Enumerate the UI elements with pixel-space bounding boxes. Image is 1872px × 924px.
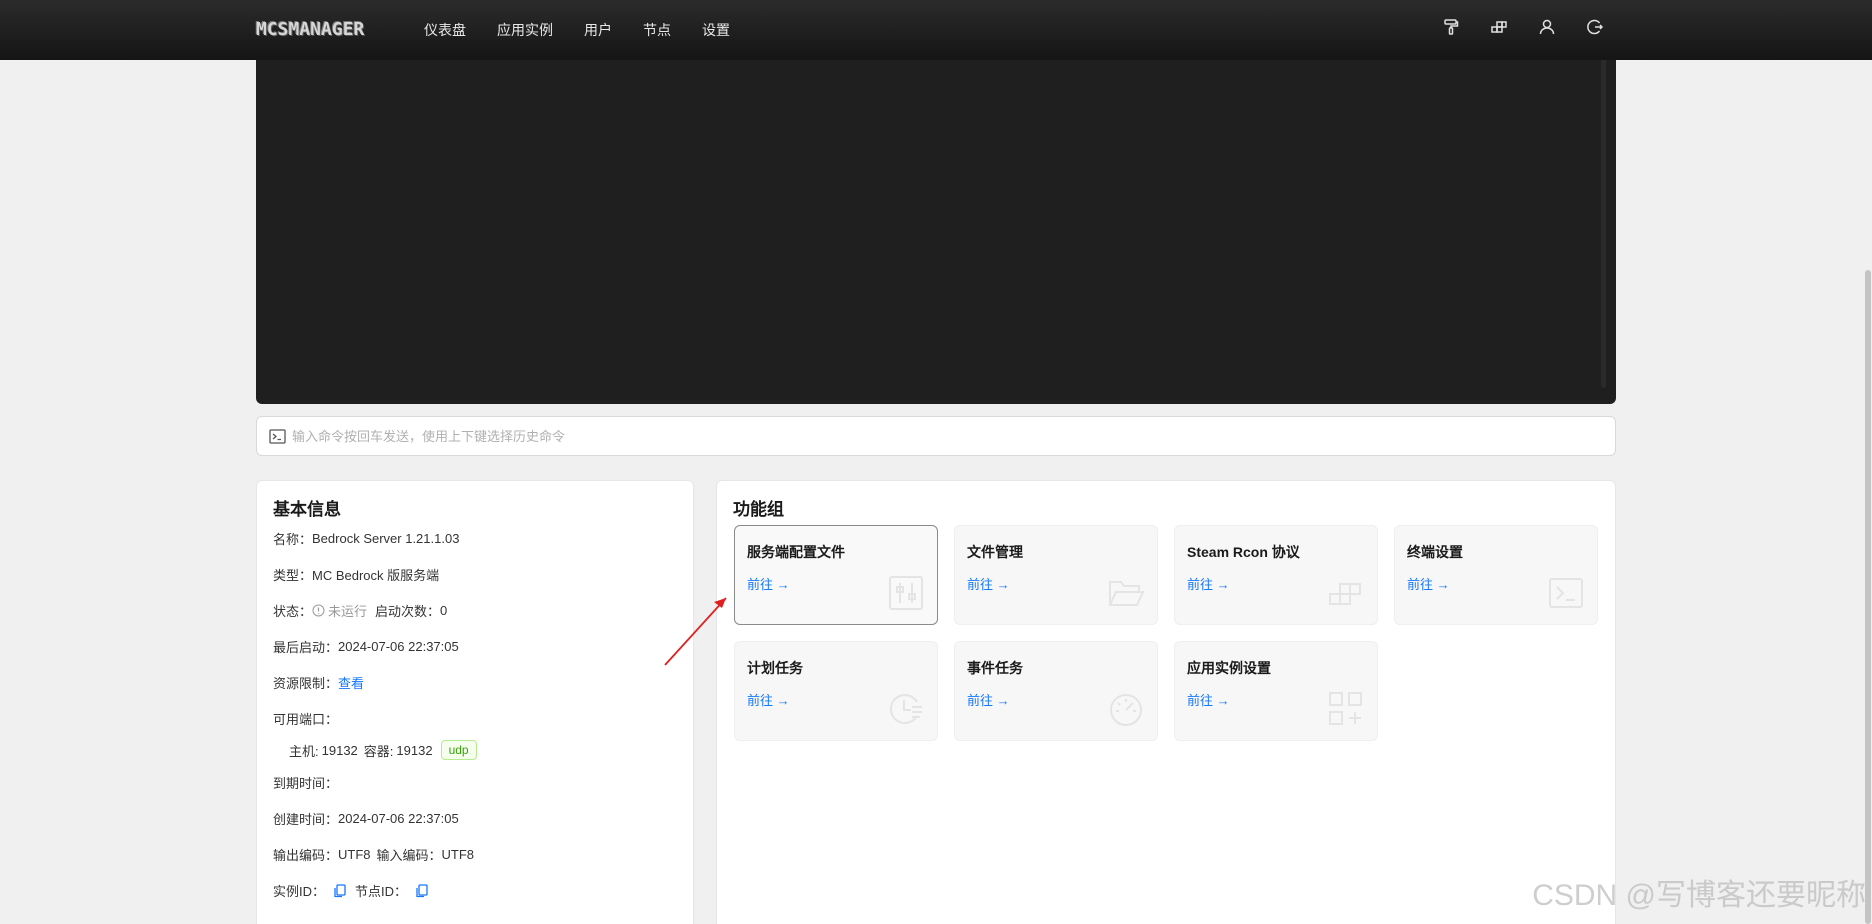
tile-title: 计划任务 [747, 660, 803, 676]
input-encoding-label: 输入编码： [376, 848, 442, 863]
start-count-label: 启动次数： [375, 604, 441, 619]
basic-info-card: 基本信息 名称： Bedrock Server 1.21.1.03 类型： MC… [256, 480, 694, 924]
command-input[interactable] [292, 428, 1615, 444]
output-encoding: UTF8 [338, 847, 371, 862]
user-icon[interactable] [1538, 18, 1556, 36]
folder-open-icon [1107, 574, 1145, 612]
logout-icon[interactable] [1586, 18, 1604, 36]
terminal-scrollbar[interactable] [1601, 58, 1606, 388]
function-group-title: 功能组 [733, 500, 784, 519]
port-container-label: 容器: [363, 743, 394, 759]
node-id-label: 节点ID： [355, 884, 408, 899]
tile-title: 终端设置 [1407, 544, 1463, 560]
navbar-actions [1442, 18, 1604, 36]
ports-label: 可用端口： [273, 712, 339, 727]
paint-roller-icon[interactable] [1442, 18, 1460, 36]
type-label: 类型： [273, 568, 313, 583]
last-start-label: 最后启动： [273, 640, 339, 655]
page-scrollbar-thumb[interactable] [1865, 270, 1871, 924]
created-time: 2024-07-06 22:37:05 [338, 811, 459, 826]
expire-label: 到期时间： [273, 776, 339, 791]
instance-name: Bedrock Server 1.21.1.03 [312, 531, 460, 546]
tile-title: 文件管理 [967, 544, 1023, 560]
info-row-type: 类型： MC Bedrock 版服务端 [273, 565, 439, 584]
status-badge: 未运行 [328, 604, 368, 619]
terminal-output[interactable] [256, 48, 1616, 404]
copy-icon[interactable] [333, 883, 347, 898]
info-row-expire: 到期时间： [273, 773, 338, 792]
name-label: 名称： [273, 532, 313, 547]
port-host-label: 主机: [289, 743, 319, 759]
port-container: 19132 [396, 742, 433, 758]
nav-item-nodes[interactable]: 节点 [643, 20, 671, 40]
nav-item-settings[interactable]: 设置 [702, 20, 730, 40]
protocol-tag: udp [440, 740, 477, 760]
app-logo[interactable]: MCSMANAGER [256, 18, 396, 42]
tile-go-link[interactable]: 前往 → [967, 690, 1010, 709]
dashboard-icon [1107, 690, 1145, 728]
info-row-name: 名称： Bedrock Server 1.21.1.03 [273, 529, 459, 548]
output-encoding-label: 输出编码： [273, 848, 339, 863]
schedule-icon [887, 690, 925, 728]
page-scrollbar[interactable] [1864, 60, 1872, 924]
sliders-icon [887, 574, 925, 612]
csdn-watermark: CSDN @写博客还要昵称 [1532, 879, 1866, 912]
info-row-created: 创建时间： 2024-07-06 22:37:05 [273, 809, 459, 828]
tile-terminal-settings[interactable]: 终端设置 前往 → [1394, 525, 1598, 625]
command-input-box [256, 416, 1616, 456]
tile-go-link[interactable]: 前往 → [747, 574, 790, 593]
tile-go-link[interactable]: 前往 → [1187, 690, 1230, 709]
terminal-icon [269, 428, 286, 444]
tile-go-link[interactable]: 前往 → [1187, 574, 1230, 593]
tile-go-link[interactable]: 前往 → [747, 690, 790, 709]
tile-instance-settings[interactable]: 应用实例设置 前往 → [1174, 641, 1378, 741]
instance-id-label: 实例ID： [273, 884, 326, 899]
tile-go-link[interactable]: 前往 → [967, 574, 1010, 593]
blocks-icon [1327, 574, 1365, 612]
tile-title: 事件任务 [967, 660, 1023, 676]
last-start-time: 2024-07-06 22:37:05 [338, 639, 459, 654]
port-host: 19132 [321, 742, 358, 758]
start-count: 0 [440, 603, 448, 618]
tile-title: 应用实例设置 [1187, 660, 1271, 676]
tile-title: Steam Rcon 协议 [1187, 544, 1300, 560]
tile-server-config[interactable]: 服务端配置文件 前往 → [734, 525, 938, 625]
annotation-arrow [664, 597, 727, 666]
info-row-ids: 实例ID： 节点ID： [273, 881, 429, 900]
copy-icon[interactable] [415, 883, 429, 898]
resource-label: 资源限制： [273, 676, 339, 691]
instance-type: MC Bedrock 版服务端 [312, 568, 440, 583]
top-navbar: MCSMANAGER 仪表盘 应用实例 用户 节点 设置 [0, 0, 1872, 60]
basic-info-title: 基本信息 [273, 500, 341, 519]
info-row-ports: 可用端口： [273, 709, 338, 728]
info-circle-icon [312, 604, 325, 617]
cluster-icon[interactable] [1490, 18, 1508, 36]
nav-item-users[interactable]: 用户 [584, 20, 612, 40]
tile-go-link[interactable]: 前往 → [1407, 574, 1450, 593]
tile-scheduled-tasks[interactable]: 计划任务 前往 → [734, 641, 938, 741]
port-mapping: 主机: 19132 容器: 19132 udp [289, 740, 477, 760]
nav-item-dashboard[interactable]: 仪表盘 [424, 20, 466, 40]
function-group-card: 功能组 服务端配置文件 前往 → 文件管理 前往 → Steam Rcon 协议… [716, 480, 1616, 924]
info-row-encoding: 输出编码： UTF8 输入编码： UTF8 [273, 845, 474, 864]
tile-event-tasks[interactable]: 事件任务 前往 → [954, 641, 1158, 741]
info-row-resource: 资源限制： 查看 [273, 673, 364, 692]
input-encoding: UTF8 [441, 847, 475, 862]
tile-file-manager[interactable]: 文件管理 前往 → [954, 525, 1158, 625]
appstore-add-icon [1327, 690, 1365, 728]
status-label: 状态： [273, 604, 313, 619]
created-label: 创建时间： [273, 812, 339, 827]
tile-title: 服务端配置文件 [747, 544, 845, 560]
main-nav: 仪表盘 应用实例 用户 节点 设置 [424, 0, 761, 60]
resource-view-link[interactable]: 查看 [338, 673, 364, 692]
terminal-icon [1547, 574, 1585, 612]
nav-item-instances[interactable]: 应用实例 [497, 20, 553, 40]
tile-steam-rcon[interactable]: Steam Rcon 协议 前往 → [1174, 525, 1378, 625]
info-row-last-start: 最后启动： 2024-07-06 22:37:05 [273, 637, 459, 656]
info-row-status: 状态： 未运行 启动次数： 0 [273, 601, 447, 620]
